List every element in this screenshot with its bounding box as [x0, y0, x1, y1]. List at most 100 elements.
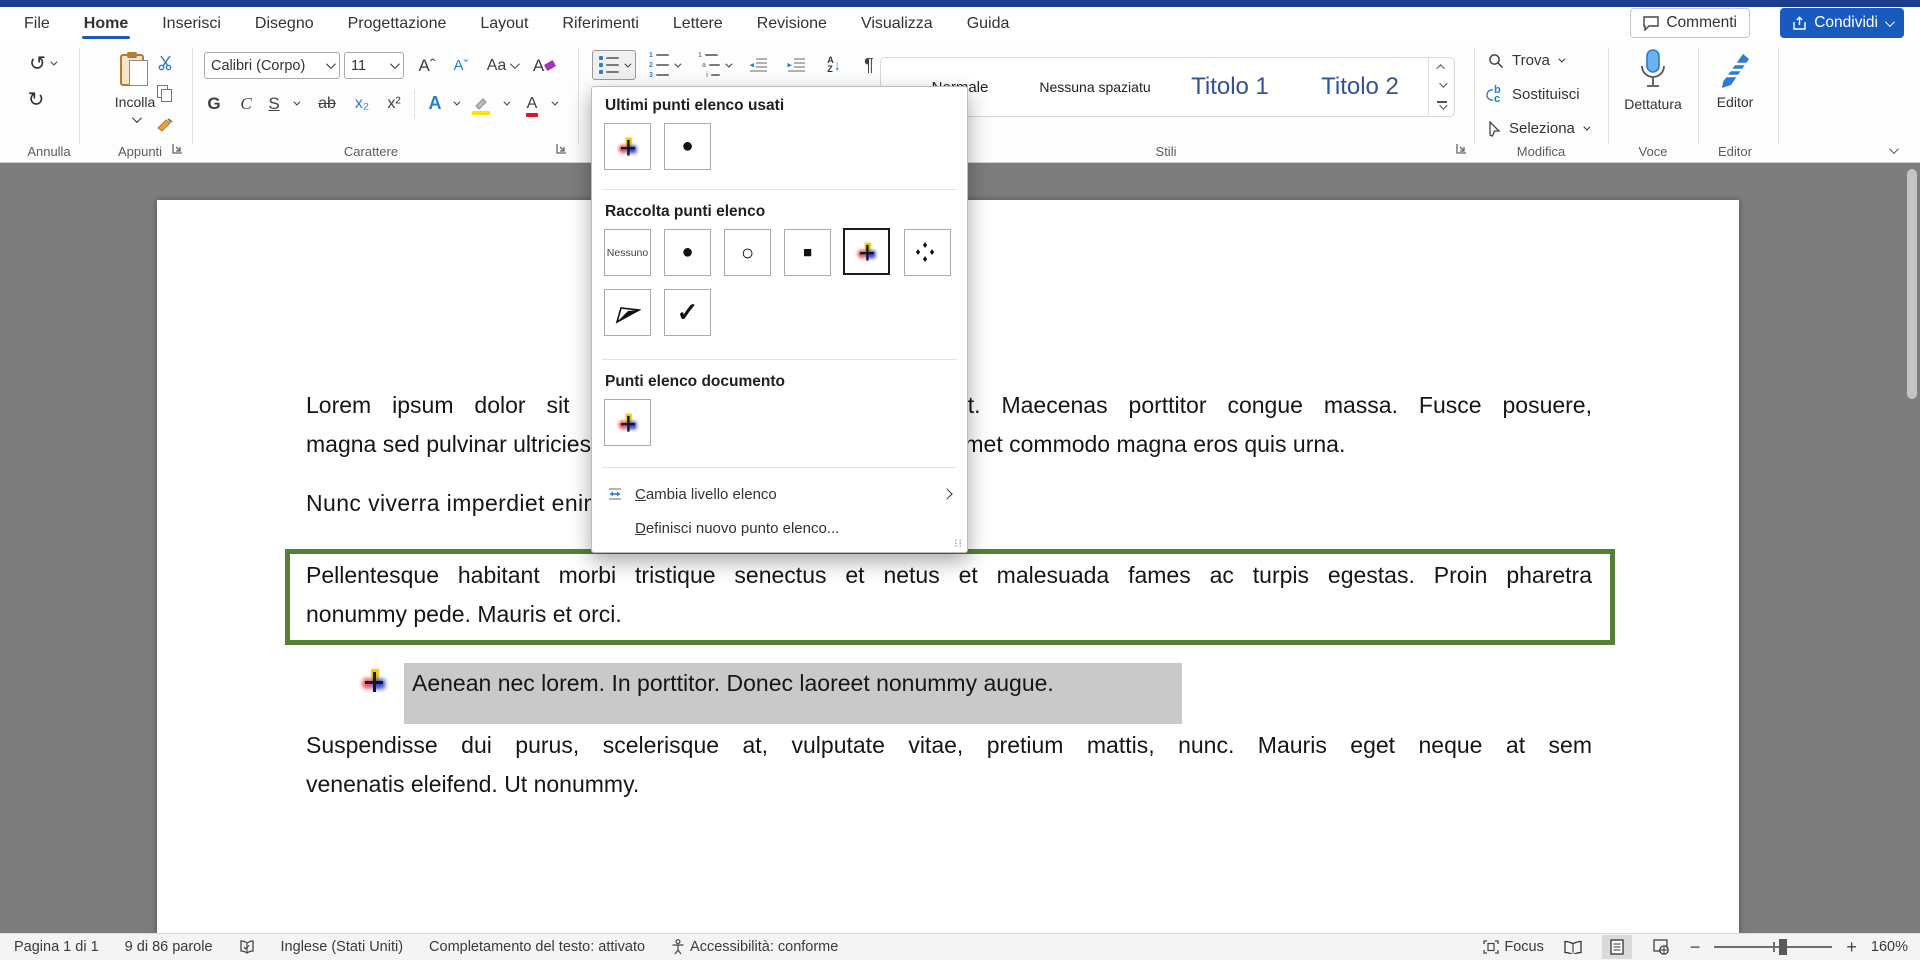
stili-dialog-launcher[interactable]: [1456, 143, 1470, 157]
replace-button[interactable]: bc Sostituisci: [1488, 86, 1580, 103]
page-indicator[interactable]: Pagina 1 di 1: [14, 939, 99, 955]
custom-list-bullet-icon: [361, 668, 387, 694]
share-button[interactable]: Condividi: [1780, 8, 1904, 38]
change-case-button[interactable]: Aa: [482, 52, 522, 79]
library-bullet-none[interactable]: Nessuno: [604, 229, 651, 276]
document-bullet-custom[interactable]: [604, 399, 651, 446]
shrink-font-button[interactable]: Aˇ: [446, 52, 476, 79]
menu-visualizza[interactable]: Visualizza: [859, 11, 935, 37]
window-accent-strip: [0, 0, 1920, 7]
increase-indent-button[interactable]: [780, 50, 812, 80]
menu-file[interactable]: File: [22, 11, 52, 37]
italic-button[interactable]: C: [232, 90, 260, 117]
library-bullet-custom-selected[interactable]: [843, 228, 890, 275]
menu-guida[interactable]: Guida: [965, 11, 1012, 37]
highlight-chevron[interactable]: [498, 90, 512, 117]
font-color-chevron[interactable]: [546, 90, 560, 117]
strikethrough-button[interactable]: ab: [312, 90, 342, 117]
zoom-level[interactable]: 160%: [1871, 939, 1908, 955]
print-layout-button[interactable]: [1602, 935, 1632, 959]
gallery-more-button[interactable]: [1437, 101, 1447, 110]
paragraph-4-line-2[interactable]: venenatis eleifend. Ut nonummy.: [306, 765, 1592, 804]
gallery-scroll-up[interactable]: [1436, 64, 1444, 72]
library-bullet-check[interactable]: ✓: [664, 289, 711, 336]
underline-button[interactable]: S: [262, 90, 286, 117]
numbered-list-icon: 1 2 3: [649, 52, 669, 79]
gallery-scroll-down[interactable]: [1439, 80, 1447, 88]
zoom-slider-thumb[interactable]: [1779, 939, 1787, 955]
menu-home[interactable]: Home: [82, 11, 130, 37]
language-indicator[interactable]: Inglese (Stati Uniti): [281, 939, 404, 955]
zoom-in-button[interactable]: +: [1846, 942, 1857, 952]
menu-progettazione[interactable]: Progettazione: [346, 11, 449, 37]
bold-button[interactable]: G: [200, 90, 228, 117]
format-painter-button[interactable]: [152, 114, 178, 138]
library-bullet-dot[interactable]: ●: [664, 229, 711, 276]
accessibility-icon: [671, 939, 685, 955]
font-name-combo[interactable]: Calibri (Corpo): [204, 52, 340, 79]
selected-list-item[interactable]: Aenean nec lorem. In porttitor. Donec la…: [404, 663, 1182, 724]
read-mode-button[interactable]: [1558, 935, 1588, 959]
proofing-status[interactable]: [239, 939, 255, 955]
dictate-button[interactable]: Dettatura: [1617, 48, 1689, 140]
library-bullet-four-diamonds[interactable]: ♦ ♦ ♦ ♦: [904, 229, 951, 276]
paragraph-4-line-1[interactable]: Suspendisse dui purus, scelerisque at, v…: [306, 726, 1592, 765]
menu-disegno[interactable]: Disegno: [253, 11, 316, 37]
microphone-icon: [1638, 48, 1668, 90]
text-effects-button[interactable]: A: [422, 90, 448, 117]
library-bullet-arrow[interactable]: [604, 289, 651, 336]
style-titolo-1[interactable]: Titolo 1: [1169, 58, 1291, 116]
resize-grip[interactable]: ⁝⁝: [954, 537, 963, 550]
editor-button[interactable]: Editor: [1702, 48, 1768, 140]
underline-options-chevron[interactable]: [288, 90, 302, 117]
accessibility-status[interactable]: Accessibilità: conforme: [671, 939, 838, 955]
recent-bullet-dot[interactable]: ●: [664, 123, 711, 170]
change-list-level-item[interactable]: Cambia livello elenco: [592, 479, 967, 509]
copy-button[interactable]: [152, 82, 178, 106]
text-effects-chevron[interactable]: [448, 90, 462, 117]
word-count[interactable]: 9 di 86 parole: [125, 939, 213, 955]
collapse-ribbon-chevron[interactable]: [1889, 141, 1896, 159]
menu-lettere[interactable]: Lettere: [671, 11, 725, 37]
menu-inserisci[interactable]: Inserisci: [160, 11, 223, 37]
cut-button[interactable]: [152, 50, 178, 74]
style-titolo-2[interactable]: Titolo 2: [1299, 58, 1421, 116]
library-bullet-circle[interactable]: ○: [724, 229, 771, 276]
sort-button[interactable]: AZ↓: [818, 50, 850, 80]
numbering-button[interactable]: 1 2 3: [642, 50, 686, 80]
zoom-out-button[interactable]: −: [1690, 942, 1701, 952]
select-button[interactable]: Seleziona: [1488, 120, 1588, 137]
zoom-slider[interactable]: [1714, 946, 1832, 948]
menu-riferimenti[interactable]: Riferimenti: [560, 11, 640, 37]
bullets-button[interactable]: [592, 50, 636, 80]
focus-mode-button[interactable]: Focus: [1483, 939, 1544, 955]
style-nessuna-spaziatura[interactable]: Nessuna spaziatu: [1029, 58, 1161, 116]
define-new-bullet-item[interactable]: Definisci nuovo punto elenco...: [592, 513, 967, 543]
focus-icon: [1483, 940, 1499, 954]
web-layout-button[interactable]: [1646, 935, 1676, 959]
subscript-button[interactable]: x₂: [348, 90, 376, 117]
carattere-dialog-launcher[interactable]: [556, 143, 570, 157]
undo-button[interactable]: ↺: [22, 50, 62, 76]
vertical-scrollbar-thumb[interactable]: [1907, 169, 1917, 399]
multilevel-list-button[interactable]: 1 a i: [692, 50, 736, 80]
comments-button[interactable]: Commenti: [1630, 8, 1750, 38]
text-prediction-indicator[interactable]: Completamento del testo: attivato: [429, 939, 645, 955]
highlight-button[interactable]: [466, 90, 496, 117]
find-button[interactable]: Trova: [1488, 52, 1563, 69]
superscript-button[interactable]: x²: [380, 90, 408, 117]
redo-button[interactable]: ↻: [22, 86, 50, 112]
grow-font-button[interactable]: Aˆ: [412, 52, 442, 79]
clear-formatting-button[interactable]: A: [528, 52, 560, 79]
chevron-down-icon: [1558, 56, 1565, 63]
menu-layout[interactable]: Layout: [478, 11, 530, 37]
library-bullet-square[interactable]: ■: [784, 229, 831, 276]
green-bordered-paragraph[interactable]: Pellentesque habitant morbi tristique se…: [285, 549, 1615, 645]
recent-bullet-custom[interactable]: [604, 123, 651, 170]
font-size-combo[interactable]: 11: [344, 52, 404, 79]
share-icon: [1792, 16, 1807, 31]
font-color-button[interactable]: A: [518, 90, 546, 117]
appunti-dialog-launcher[interactable]: [172, 143, 186, 157]
decrease-indent-button[interactable]: [742, 50, 774, 80]
menu-revisione[interactable]: Revisione: [755, 11, 829, 37]
